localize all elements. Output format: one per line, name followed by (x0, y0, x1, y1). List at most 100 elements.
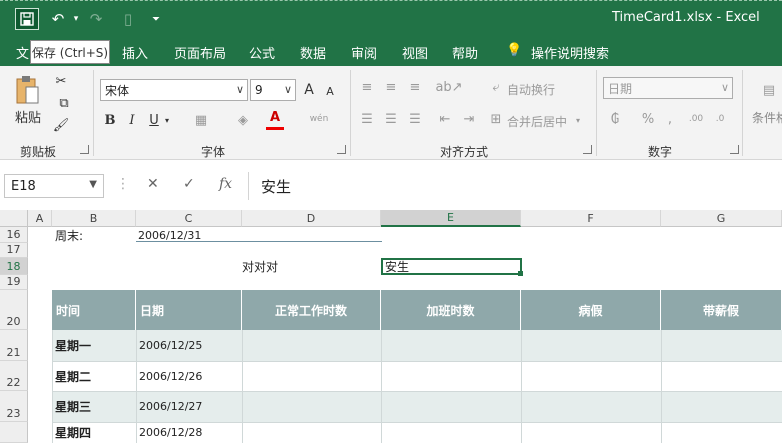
select-all-corner[interactable] (0, 210, 28, 227)
align-left-icon[interactable]: ☰ (358, 110, 376, 128)
table-header-sick-leave[interactable]: 病假 (521, 290, 661, 330)
table-header-paid-leave[interactable]: 带薪假 (661, 290, 782, 330)
column-header-e[interactable]: E (381, 210, 521, 227)
grow-font-icon[interactable]: A (300, 80, 318, 100)
row-header-16[interactable]: 16 (0, 227, 28, 243)
name-box[interactable]: E18 ▼ (4, 174, 104, 198)
comma-style-button[interactable]: , (664, 110, 676, 128)
font-launcher-icon[interactable] (337, 145, 346, 154)
table-header-regular-hours[interactable]: 正常工作时数 (242, 290, 381, 330)
enter-check-icon[interactable]: ✓ (183, 176, 195, 192)
row-header-21[interactable]: 21 (0, 330, 28, 361)
conditional-format-button[interactable]: 条件格 (752, 109, 782, 126)
table-row-day[interactable]: 星期二 (55, 361, 91, 391)
tab-data[interactable]: 数据 (300, 43, 326, 62)
cancel-icon[interactable]: ✕ (147, 176, 159, 192)
worksheet-grid[interactable]: A B C D E F G 16 17 18 19 20 21 22 23 周末… (0, 210, 782, 443)
customize-toolbar-icon[interactable]: ⏷ (144, 8, 168, 30)
row-header-17[interactable]: 17 (0, 243, 28, 258)
column-header-f[interactable]: F (521, 210, 661, 227)
tell-me-search[interactable]: 操作说明搜索 (531, 43, 609, 62)
decrease-decimal-icon[interactable]: .0 (710, 110, 730, 128)
clipboard-group-label: 剪贴板 (20, 145, 57, 159)
tab-formulas[interactable]: 公式 (249, 43, 275, 62)
phonetic-guide-icon[interactable]: wén (308, 108, 330, 130)
clipboard-launcher-icon[interactable] (80, 145, 89, 154)
table-row-day[interactable]: 星期四 (55, 422, 91, 443)
save-icon[interactable] (15, 8, 39, 30)
decrease-indent-icon[interactable]: ⇤ (436, 110, 454, 128)
format-painter-icon[interactable]: 🖌 (52, 116, 70, 134)
merge-center-button[interactable]: 合并后居中 (507, 113, 567, 130)
border-icon[interactable]: ▦ (188, 110, 214, 130)
new-file-icon[interactable]: ▯ (116, 8, 140, 30)
table-row-date[interactable]: 2006/12/25 (139, 330, 202, 361)
percent-style-button[interactable]: % (640, 110, 656, 128)
row-header-20[interactable]: 20 (0, 290, 28, 330)
formula-bar-grip-icon: ⋮ (116, 176, 130, 192)
align-center-icon[interactable]: ☰ (382, 110, 400, 128)
table-row-date[interactable]: 2006/12/28 (139, 422, 202, 443)
row-header-18[interactable]: 18 (0, 258, 28, 275)
bold-button[interactable]: B (102, 110, 118, 130)
align-bottom-icon[interactable]: ≡ (406, 78, 424, 96)
font-color-icon[interactable]: A (266, 108, 284, 130)
table-row-day[interactable]: 星期一 (55, 330, 91, 361)
underline-button[interactable]: U (146, 110, 162, 130)
column-header-a[interactable]: A (28, 210, 52, 227)
paste-label[interactable]: 粘贴 (14, 108, 42, 126)
align-right-icon[interactable]: ☰ (406, 110, 424, 128)
font-name-select[interactable]: 宋体 ∨ (100, 79, 248, 101)
alignment-launcher-icon[interactable] (583, 145, 592, 154)
chevron-down-icon[interactable]: ▾ (572, 112, 584, 128)
tab-file[interactable]: 文 (16, 43, 29, 62)
column-header-c[interactable]: C (136, 210, 242, 227)
cell-d18[interactable]: 对对对 (242, 258, 278, 275)
wrap-text-button[interactable]: 自动换行 (507, 81, 555, 98)
fill-color-icon[interactable]: ◈ (232, 110, 254, 130)
insert-function-icon[interactable]: fx (219, 176, 232, 192)
table-row-date[interactable]: 2006/12/27 (139, 391, 202, 422)
table-header-overtime[interactable]: 加班时数 (381, 290, 521, 330)
row-header-22[interactable]: 22 (0, 361, 28, 391)
font-size-select[interactable]: 9 ∨ (250, 79, 296, 101)
column-header-b[interactable]: B (52, 210, 136, 227)
save-tooltip: 保存 (Ctrl+S) (30, 40, 110, 64)
paste-icon[interactable] (12, 74, 42, 108)
tab-view[interactable]: 视图 (402, 43, 428, 62)
copy-icon[interactable]: ⧉ (52, 94, 76, 112)
fill-handle[interactable] (518, 271, 523, 276)
row-header-24[interactable] (0, 422, 28, 443)
row-header-23[interactable]: 23 (0, 391, 28, 422)
conditional-format-icon[interactable]: ▤ (758, 76, 780, 104)
increase-indent-icon[interactable]: ⇥ (460, 110, 478, 128)
tab-help[interactable]: 帮助 (452, 43, 478, 62)
increase-decimal-icon[interactable]: .00 (686, 110, 706, 128)
tab-review[interactable]: 审阅 (351, 43, 377, 62)
orientation-icon[interactable]: ab↗ (435, 78, 462, 96)
merge-center-icon[interactable]: ⊞ (488, 110, 504, 128)
formula-input[interactable]: 安生 (248, 172, 782, 200)
align-top-icon[interactable]: ≡ (358, 78, 376, 96)
week-end-label[interactable]: 周末: (55, 227, 83, 243)
table-row-day[interactable]: 星期三 (55, 391, 91, 422)
italic-button[interactable]: I (124, 110, 140, 130)
number-format-select[interactable]: 日期 ∨ (603, 77, 733, 99)
align-middle-icon[interactable]: ≡ (382, 78, 400, 96)
column-header-g[interactable]: G (661, 210, 782, 227)
tab-page-layout[interactable]: 页面布局 (174, 43, 226, 62)
row-header-19[interactable]: 19 (0, 275, 28, 290)
tab-insert[interactable]: 插入 (122, 43, 148, 62)
currency-icon[interactable]: ₲ (604, 110, 626, 128)
column-header-d[interactable]: D (242, 210, 381, 227)
table-row-date[interactable]: 2006/12/26 (139, 361, 202, 391)
shrink-font-icon[interactable]: A (322, 82, 338, 100)
table-header-time[interactable]: 时间 (52, 290, 136, 330)
font-size-value: 9 (255, 83, 263, 97)
number-launcher-icon[interactable] (730, 145, 739, 154)
wrap-text-icon[interactable]: ⤶ (488, 78, 504, 96)
cut-icon[interactable]: ✂ (52, 72, 70, 90)
chevron-down-icon[interactable]: ▾ (162, 112, 172, 128)
table-header-date[interactable]: 日期 (136, 290, 242, 330)
cell-e18-active[interactable]: 安生 (381, 258, 522, 275)
